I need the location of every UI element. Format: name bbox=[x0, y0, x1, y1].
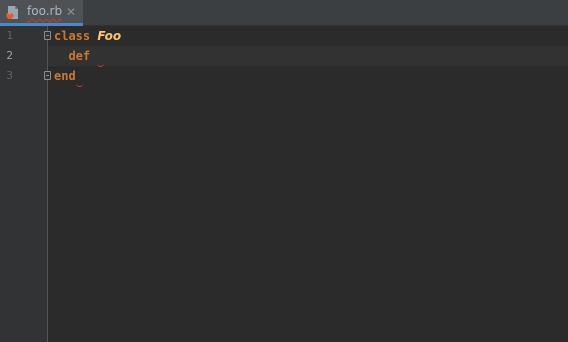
tab-filename: foo.rb bbox=[27, 4, 63, 18]
class-name: Foo bbox=[97, 29, 122, 43]
code-line-2: def bbox=[54, 46, 105, 67]
line-number-current: 2 bbox=[6, 49, 13, 62]
ide-window: foo.rb ✕ 1 2 3 class Foo def end bbox=[0, 0, 568, 342]
code-line-3: end bbox=[54, 66, 84, 87]
keyword-class: class bbox=[54, 29, 91, 43]
keyword-def: def bbox=[68, 49, 91, 63]
line-number: 1 bbox=[6, 29, 13, 42]
code-editor[interactable]: class Foo def end bbox=[48, 26, 568, 342]
close-icon[interactable]: ✕ bbox=[66, 4, 76, 20]
keyword-end: end bbox=[54, 69, 76, 83]
tab-foo-rb[interactable]: foo.rb ✕ bbox=[0, 0, 83, 26]
ruby-file-icon bbox=[6, 6, 18, 19]
error-squiggle bbox=[75, 70, 84, 87]
code-line-1: class Foo bbox=[54, 26, 121, 46]
editor-tab-bar: foo.rb ✕ bbox=[0, 0, 568, 26]
editor-gutter: 1 2 3 bbox=[0, 26, 48, 342]
error-squiggle bbox=[97, 50, 105, 67]
current-line-highlight bbox=[48, 46, 568, 66]
fold-start-icon[interactable] bbox=[44, 31, 51, 40]
fold-end-icon[interactable] bbox=[44, 71, 51, 80]
line-number: 3 bbox=[6, 69, 13, 82]
